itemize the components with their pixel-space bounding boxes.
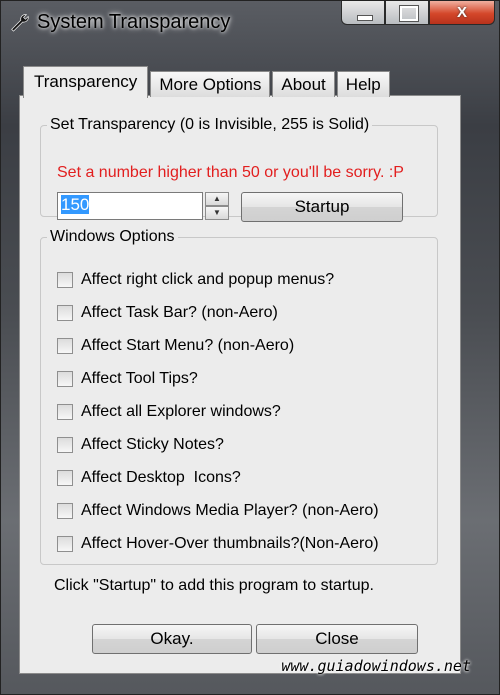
checkbox[interactable]	[57, 305, 73, 321]
checkbox[interactable]	[57, 272, 73, 288]
option-explorer-windows[interactable]: Affect all Explorer windows?	[57, 400, 281, 424]
app-window: System Transparency X Transparency More …	[0, 0, 500, 695]
option-task-bar[interactable]: Affect Task Bar? (non-Aero)	[57, 301, 278, 325]
spin-down-icon[interactable]: ▼	[205, 206, 229, 220]
option-label: Affect right click and popup menus?	[81, 271, 335, 288]
checkbox[interactable]	[57, 404, 73, 420]
option-media-player[interactable]: Affect Windows Media Player? (non-Aero)	[57, 499, 379, 523]
wrench-icon	[11, 14, 29, 32]
option-label: Affect Tool Tips?	[81, 370, 198, 387]
minimize-button[interactable]	[341, 1, 385, 25]
caption-buttons: X	[341, 1, 495, 27]
transparency-value: 150	[61, 195, 90, 214]
option-label: Affect all Explorer windows?	[81, 403, 281, 420]
option-start-menu[interactable]: Affect Start Menu? (non-Aero)	[57, 334, 294, 358]
checkbox[interactable]	[57, 470, 73, 486]
tab-panel: Set Transparency (0 is Invisible, 255 is…	[19, 95, 461, 674]
option-label: Affect Hover-Over thumbnails?(Non-Aero)	[81, 535, 379, 552]
watermark: www.guiadowindows.net	[281, 657, 471, 675]
tab-more-options[interactable]: More Options	[150, 71, 271, 97]
set-transparency-group: Set Transparency (0 is Invisible, 255 is…	[40, 116, 438, 222]
tab-help[interactable]: Help	[336, 71, 390, 97]
minimize-icon	[357, 15, 373, 21]
close-button[interactable]: Close	[256, 624, 418, 654]
option-label: Affect Start Menu? (non-Aero)	[81, 337, 295, 354]
spin-up-icon[interactable]: ▲	[205, 192, 229, 206]
tab-strip: Transparency More Options About Help	[23, 66, 392, 98]
option-desktop-icons[interactable]: Affect Desktop Icons?	[57, 466, 241, 490]
tab-transparency[interactable]: Transparency	[23, 66, 149, 98]
startup-button[interactable]: Startup	[241, 192, 403, 222]
window-title: System Transparency	[37, 11, 231, 33]
transparency-value-input[interactable]: 150	[57, 192, 203, 220]
close-window-button[interactable]: X	[429, 1, 495, 25]
option-label: Affect Desktop Icons?	[81, 469, 241, 486]
close-icon: X	[456, 4, 467, 21]
maximize-button[interactable]	[385, 1, 429, 25]
okay-button[interactable]: Okay.	[92, 624, 252, 654]
checkbox[interactable]	[57, 371, 73, 387]
option-sticky-notes[interactable]: Affect Sticky Notes?	[57, 433, 224, 457]
windows-options-legend: Windows Options	[50, 228, 175, 245]
transparency-spinner[interactable]: ▲ ▼	[205, 192, 229, 220]
checkbox[interactable]	[57, 338, 73, 354]
option-right-click-menus[interactable]: Affect right click and popup menus?	[57, 268, 334, 292]
checkbox[interactable]	[57, 503, 73, 519]
option-hover-thumbnails[interactable]: Affect Hover-Over thumbnails?(Non-Aero)	[57, 532, 379, 556]
option-label: Affect Task Bar? (non-Aero)	[81, 304, 278, 321]
tab-about[interactable]: About	[272, 71, 335, 97]
startup-hint: Click "Startup" to add this program to s…	[54, 577, 374, 594]
warning-text: Set a number higher than 50 or you'll be…	[57, 164, 404, 181]
option-label: Affect Sticky Notes?	[81, 436, 224, 453]
option-tool-tips[interactable]: Affect Tool Tips?	[57, 367, 198, 391]
checkbox[interactable]	[57, 536, 73, 552]
maximize-icon	[399, 5, 419, 22]
windows-options-group: Windows Options Affect right click and p…	[40, 228, 438, 565]
title-bar[interactable]: System Transparency X	[1, 1, 500, 47]
option-label: Affect Windows Media Player? (non-Aero)	[81, 502, 379, 519]
set-transparency-legend: Set Transparency (0 is Invisible, 255 is…	[50, 116, 370, 133]
checkbox[interactable]	[57, 437, 73, 453]
